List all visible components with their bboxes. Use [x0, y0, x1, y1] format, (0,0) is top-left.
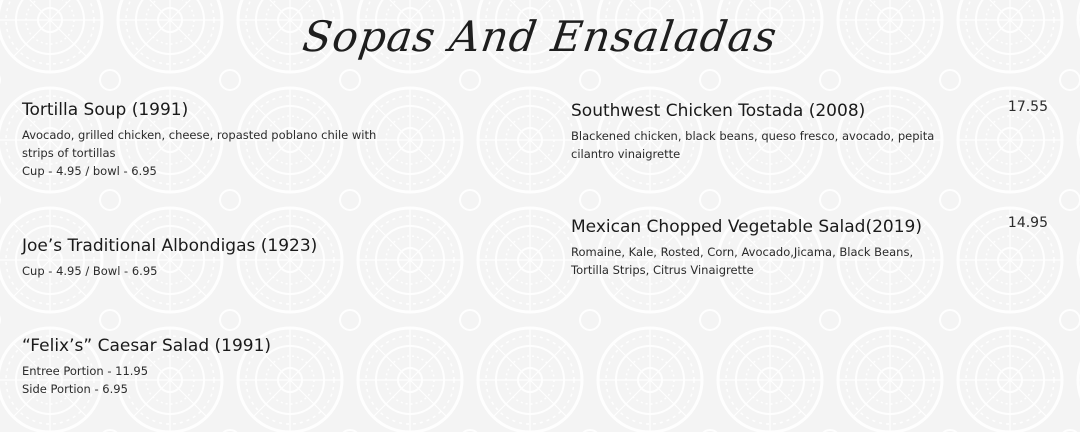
- menu-item-description: Avocado, grilled chicken, cheese, ropast…: [22, 126, 502, 180]
- menu-item-name: Tortilla Soup (1991): [22, 100, 189, 120]
- description-line: strips of tortillas: [22, 146, 116, 160]
- menu-item-chopped-salad: Mexican Chopped Vegetable Salad(2019) Ro…: [571, 216, 991, 279]
- menu-item-description: Entree Portion - 11.95 Side Portion - 6.…: [22, 362, 502, 398]
- menu-item-price: 14.95: [1007, 215, 1048, 231]
- menu-item-name: Mexican Chopped Vegetable Salad(2019): [571, 217, 922, 237]
- description-line: Side Portion - 6.95: [22, 382, 128, 396]
- description-line: cilantro vinaigrette: [571, 147, 681, 161]
- menu-item-caesar-salad: “Felix’s” Caesar Salad (1991) Entree Por…: [22, 335, 502, 398]
- description-line: Blackened chicken, black beans, queso fr…: [571, 129, 935, 143]
- menu-item-description: Cup - 4.95 / Bowl - 6.95: [22, 262, 502, 280]
- menu-item-description: Romaine, Kale, Rosted, Corn, Avocado,Jic…: [571, 243, 991, 279]
- menu-item-albondigas: Joe’s Traditional Albondigas (1923) Cup …: [22, 235, 502, 280]
- menu-item-name: “Felix’s” Caesar Salad (1991): [22, 336, 272, 356]
- description-line: Entree Portion - 11.95: [22, 364, 149, 378]
- section-title: Sopas And Ensaladas: [299, 12, 781, 61]
- description-line: Romaine, Kale, Rosted, Corn, Avocado,Jic…: [571, 245, 914, 259]
- description-line: Cup - 4.95 / Bowl - 6.95: [22, 264, 158, 278]
- menu-item-name: Southwest Chicken Tostada (2008): [571, 101, 866, 121]
- menu-item-name: Joe’s Traditional Albondigas (1923): [22, 236, 318, 256]
- menu-item-description: Blackened chicken, black beans, queso fr…: [571, 127, 991, 163]
- menu-item-price: 17.55: [1007, 99, 1048, 115]
- menu-item-tostada: Southwest Chicken Tostada (2008) Blacken…: [571, 100, 991, 163]
- menu-item-tortilla-soup: Tortilla Soup (1991) Avocado, grilled ch…: [22, 99, 502, 180]
- menu-section: Sopas And Ensaladas Tortilla Soup (1991)…: [0, 0, 1080, 432]
- description-line: Avocado, grilled chicken, cheese, ropast…: [22, 128, 377, 142]
- description-line: Cup - 4.95 / bowl - 6.95: [22, 164, 157, 178]
- description-line: Tortilla Strips, Citrus Vinaigrette: [571, 263, 754, 277]
